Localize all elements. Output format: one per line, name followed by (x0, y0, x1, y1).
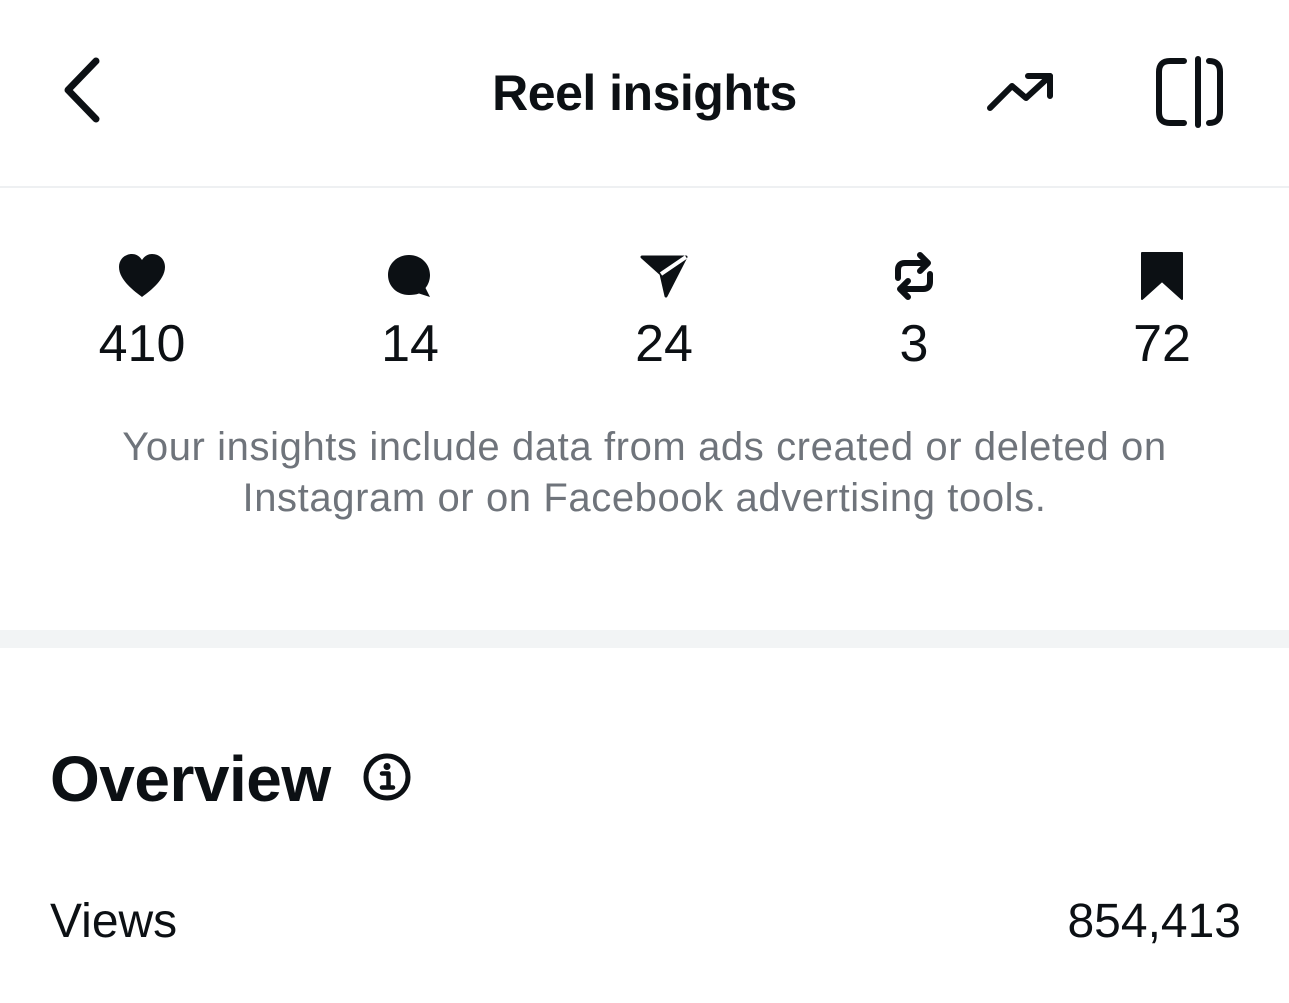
side-panel-icon (1154, 55, 1224, 133)
comments-metric: 14 (330, 248, 490, 378)
ads-data-notice: Your insights include data from ads crea… (122, 425, 1167, 520)
overview-info-button[interactable] (360, 752, 414, 806)
likes-count: 410 (98, 315, 186, 373)
heart-icon (114, 248, 170, 304)
top-bar: Reel insights (0, 0, 1289, 188)
repost-icon (886, 248, 942, 304)
side-panel-button[interactable] (1146, 52, 1232, 136)
reel-insights-screen: Reel insights 410 14 24 3 72 Your insigh… (0, 0, 1289, 1003)
overview-heading: Overview (50, 743, 331, 815)
trending-up-icon (986, 70, 1056, 119)
saves-metric: 72 (1082, 248, 1242, 378)
views-label: Views (50, 895, 178, 948)
shares-count: 24 (635, 315, 693, 373)
page-title: Reel insights (492, 65, 797, 121)
shares-metric: 24 (584, 248, 744, 378)
reposts-count: 3 (899, 315, 929, 373)
views-value: 854,413 (1067, 895, 1241, 948)
bookmark-icon (1134, 248, 1190, 304)
reposts-metric: 3 (834, 248, 994, 378)
info-icon (362, 752, 412, 807)
likes-metric: 410 (62, 248, 222, 378)
trends-button[interactable] (978, 58, 1064, 130)
comment-icon (382, 248, 438, 304)
send-icon (636, 248, 692, 304)
saves-count: 72 (1133, 315, 1191, 373)
comments-count: 14 (381, 315, 439, 373)
section-divider (0, 630, 1289, 648)
